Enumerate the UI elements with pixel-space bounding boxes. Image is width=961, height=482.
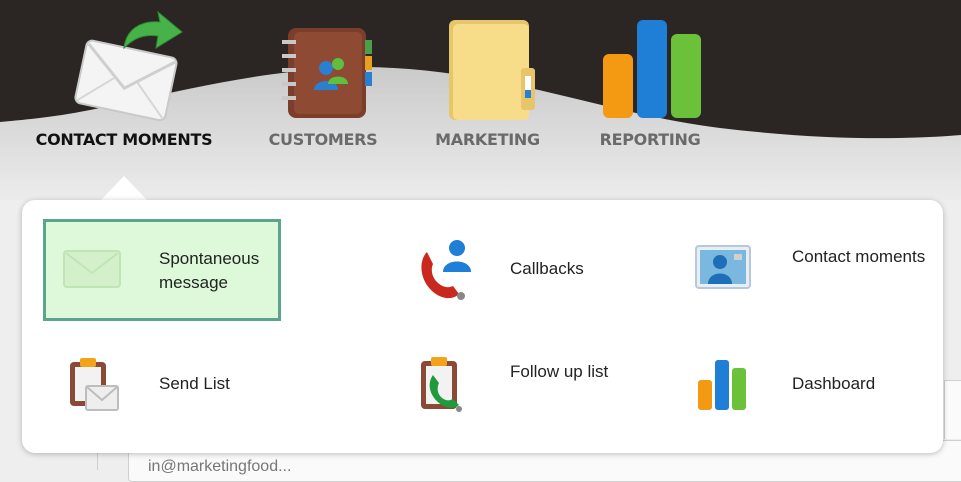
- nav-label: CUSTOMERS: [268, 130, 378, 149]
- bar-chart-icon: [603, 20, 701, 118]
- clipboard-phone-icon: [421, 357, 462, 412]
- menu-item-contact-moments[interactable]: Contact moments: [690, 228, 925, 308]
- menu-item-label: Dashboard: [792, 374, 876, 393]
- menu-item-spontaneous-message[interactable]: Spontaneous message: [43, 219, 281, 321]
- nav-customers[interactable]: CUSTOMERS: [258, 10, 388, 160]
- menu-item-callbacks[interactable]: Callbacks: [405, 228, 605, 308]
- nav-label: REPORTING: [599, 130, 701, 149]
- background-field-text: in@marketingfood...: [148, 458, 292, 475]
- nav-reporting[interactable]: REPORTING: [590, 10, 710, 160]
- menu-item-send-list[interactable]: Send List: [60, 350, 260, 420]
- menu-item-label: Follow up list: [510, 362, 609, 381]
- clipboard-envelope-icon: [70, 358, 119, 411]
- menu-item-label: Callbacks: [510, 259, 584, 278]
- phone-person-icon: [421, 240, 471, 300]
- dropdown-caret: [100, 176, 148, 201]
- menu-item-label: Send List: [159, 374, 230, 393]
- contact-card-icon: [695, 245, 751, 289]
- menu-item-label: Spontaneous message: [159, 249, 260, 292]
- folder-icon: [448, 20, 535, 120]
- menu-item-dashboard[interactable]: Dashboard: [690, 350, 910, 420]
- nav-label: CONTACT MOMENTS: [35, 130, 213, 149]
- menu-item-follow-up-list[interactable]: Follow up list: [405, 350, 608, 420]
- background-panel-edge: [944, 380, 961, 439]
- top-navigation: CONTACT MOMENTS CUSTOMERS MARKETING REPO…: [0, 0, 961, 200]
- address-book-icon: [282, 28, 372, 118]
- nav-contact-moments[interactable]: CONTACT MOMENTS: [30, 10, 218, 160]
- menu-item-label: Contact moments: [792, 247, 926, 266]
- nav-marketing[interactable]: MARKETING: [425, 10, 550, 160]
- bar-chart-icon: [698, 360, 746, 410]
- envelope-arrow-icon: [74, 10, 183, 122]
- nav-label: MARKETING: [435, 130, 540, 149]
- envelope-icon: [63, 250, 121, 288]
